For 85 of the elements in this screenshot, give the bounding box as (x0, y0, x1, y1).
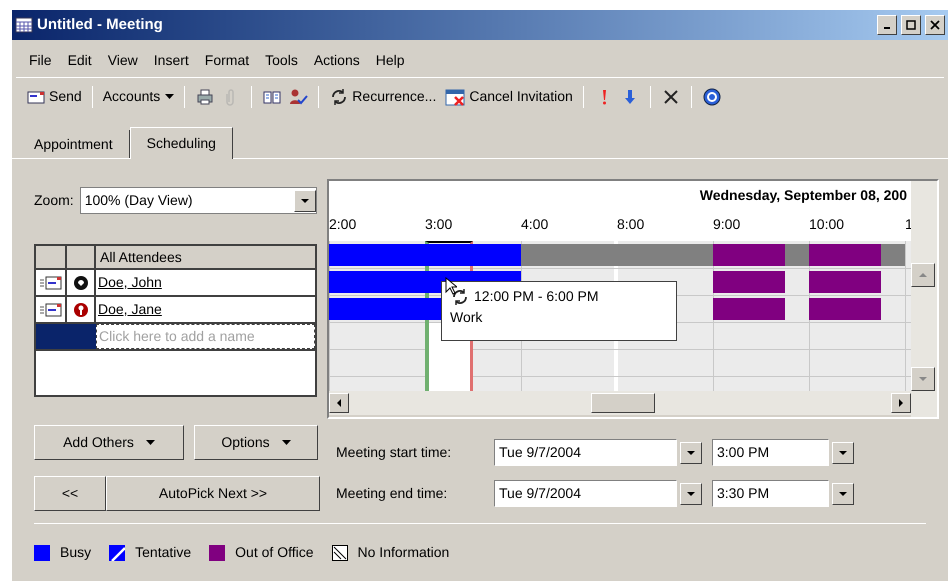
maximize-button[interactable] (901, 15, 921, 35)
selected-cell (67, 324, 96, 349)
toolbar-button[interactable]: Send (24, 86, 82, 107)
down-arrow-icon (301, 198, 309, 202)
down-arrow-icon (687, 450, 695, 454)
vertical-scrollbar[interactable] (911, 181, 937, 417)
time-label: 9:00 (713, 216, 740, 232)
caret-icon (282, 440, 291, 445)
previous-button[interactable]: << (34, 476, 106, 511)
add-name-field[interactable]: Click here to add a name (96, 324, 315, 349)
scroll-right-button[interactable] (891, 393, 911, 413)
envelope-icon (40, 276, 62, 290)
tooltip-time: 12:00 PM - 6:00 PM (474, 287, 599, 306)
window-title: Untitled - Meeting (37, 14, 164, 35)
dropdown-button[interactable] (832, 482, 854, 504)
accounts-dropdown[interactable]: Accounts (102, 86, 174, 107)
close-button[interactable] (925, 15, 945, 35)
legend-label: Out of Office (235, 543, 314, 562)
tooltip-subject: Work (450, 308, 484, 327)
down-arrow-icon (839, 450, 847, 454)
selected-cell (36, 324, 67, 349)
envelope-icon (40, 302, 62, 316)
menu-item[interactable]: Format (198, 50, 256, 70)
menu-item[interactable]: File (22, 50, 59, 70)
legend-label: Busy (60, 543, 92, 562)
dropdown-button[interactable] (680, 442, 702, 464)
scroll-left-button[interactable] (329, 393, 349, 413)
up-arrow-icon (919, 273, 927, 277)
dropdown-button[interactable] (294, 190, 316, 212)
legend-label: No Information (358, 543, 450, 562)
zoom-dropdown[interactable]: 100% (Day View) (80, 187, 317, 214)
scroll-down-button[interactable] (911, 367, 935, 391)
person-check-icon[interactable] (288, 86, 308, 106)
toolbar-button[interactable]: Cancel Invitation (442, 86, 573, 107)
maximize-icon (906, 20, 916, 30)
time-label: Meeting end time: (336, 484, 448, 503)
scroll-thumb[interactable] (591, 393, 655, 413)
autopick-button[interactable]: AutoPick Next >> (106, 476, 320, 511)
dropdown-button[interactable] (680, 482, 702, 504)
zoom-label: Zoom: (34, 191, 74, 210)
menu-item[interactable]: View (100, 50, 145, 70)
attendee-icon (72, 302, 88, 318)
time-label: 3:00 (425, 216, 452, 232)
time-label: 4:00 (521, 216, 548, 232)
time-label: 8:00 (617, 216, 644, 232)
help-icon[interactable] (702, 86, 722, 106)
menu-item[interactable]: Edit (60, 50, 99, 70)
attendee-name[interactable]: Doe, John (96, 272, 162, 293)
tab[interactable]: Scheduling (130, 127, 233, 159)
time-label: Meeting start time: (336, 443, 452, 462)
date-field[interactable]: Tue 9/7/2004 (494, 439, 677, 466)
time-label: 2:00 (329, 216, 356, 232)
minimize-button[interactable] (877, 15, 897, 35)
date-header: Wednesday, September 08, 200 (700, 186, 907, 205)
column-header: All Attendees (99, 248, 183, 267)
time-label: 10:00 (809, 216, 844, 232)
down-arrow-icon (919, 377, 927, 381)
menu-item[interactable]: Actions (306, 50, 367, 70)
attendee-name[interactable]: Doe, Jane (96, 299, 162, 320)
caret-icon (165, 94, 174, 99)
printer-icon[interactable] (195, 86, 216, 106)
down-arrow-icon (687, 492, 695, 496)
horizontal-scrollbar[interactable] (329, 391, 911, 415)
scroll-up-button[interactable] (911, 263, 935, 287)
menu-item[interactable]: Insert (146, 50, 196, 70)
menu-item[interactable]: Help (368, 50, 412, 70)
close-icon (930, 20, 940, 30)
toolbar-button[interactable]: Recurrence... (329, 86, 436, 107)
caret-icon (146, 440, 155, 445)
menu-item[interactable]: Tools (258, 50, 305, 70)
date-field[interactable]: Tue 9/7/2004 (494, 480, 677, 507)
organizer-icon (72, 274, 88, 290)
recurrence-icon[interactable] (450, 286, 470, 306)
calendar-icon (15, 16, 33, 34)
legend-label: Tentative (135, 543, 192, 562)
time-label: 1 (905, 216, 913, 232)
down-arrow-icon (839, 492, 847, 496)
left-arrow-icon (337, 399, 341, 407)
dropdown-button[interactable] (832, 442, 854, 464)
options-button[interactable]: Options (194, 425, 318, 460)
add-others-button[interactable]: Add Others (34, 425, 184, 460)
minimize-icon (884, 27, 890, 29)
time-field[interactable]: 3:30 PM (712, 480, 829, 507)
right-arrow-icon (899, 399, 903, 407)
time-field[interactable]: 3:00 PM (712, 439, 829, 466)
